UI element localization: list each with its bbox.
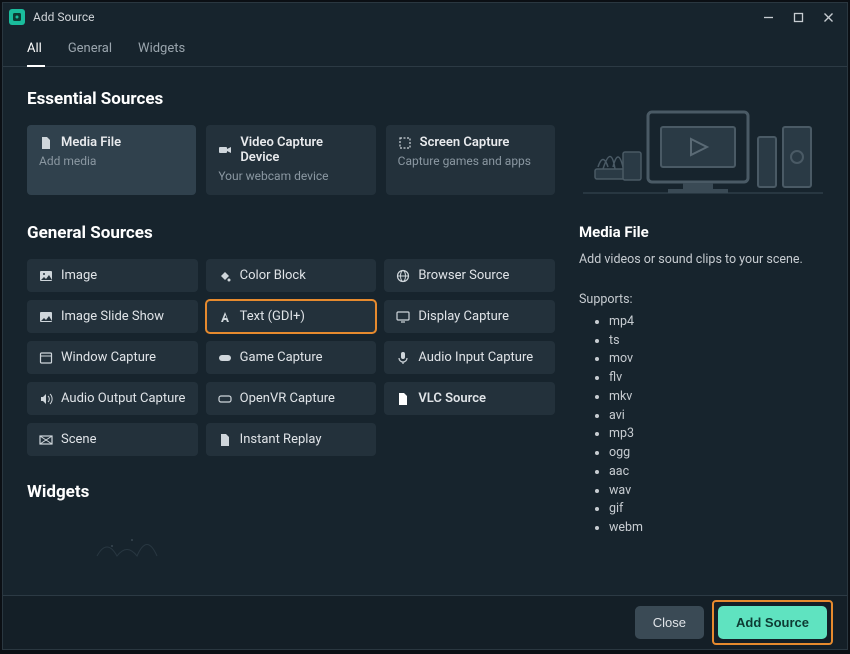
format-item: aac [609,463,827,482]
dialog-footer: Close Add Source [3,595,847,649]
item-instant-replay[interactable]: Instant Replay [206,423,377,456]
media-illustration [579,87,827,207]
details-panel: Media File Add videos or sound clips to … [569,67,847,595]
detail-title: Media File [579,223,827,241]
widgets-illustration [27,518,555,558]
image-icon [39,310,53,324]
item-label: Text (GDI+) [240,309,305,324]
formats-list: mp4 ts mov flv mkv avi mp3 ogg aac wav g… [579,313,827,538]
item-scene[interactable]: Scene [27,423,198,456]
item-label: Game Capture [240,350,323,365]
card-screen-capture[interactable]: Screen Capture Capture games and apps [386,125,555,195]
item-label: Browser Source [418,268,509,283]
format-item: wav [609,482,827,501]
general-grid: Image Color Block Browser Source Image S… [27,259,555,456]
format-item: mp3 [609,425,827,444]
tab-bar: All General Widgets [3,31,847,67]
item-label: OpenVR Capture [240,391,335,406]
dialog-window: Add Source All General Widgets Essential… [2,2,848,650]
detail-description: Add videos or sound clips to your scene. [579,251,827,270]
item-label: Display Capture [418,309,509,324]
item-display-capture[interactable]: Display Capture [384,300,555,333]
tab-widgets[interactable]: Widgets [138,41,185,66]
dialog-body: Essential Sources Media File Add media V… [3,67,847,595]
monitor-icon [396,310,410,324]
supports-label: Supports: [579,292,827,307]
paint-icon [218,269,232,283]
speaker-icon [39,392,53,406]
item-game-capture[interactable]: Game Capture [206,341,377,374]
card-media-file[interactable]: Media File Add media [27,125,196,195]
item-image-slideshow[interactable]: Image Slide Show [27,300,198,333]
card-subtitle: Add media [39,154,184,168]
item-label: Audio Output Capture [61,391,185,406]
file-icon [39,136,53,150]
gamepad-icon [218,351,232,365]
close-button[interactable] [813,5,843,29]
format-item: flv [609,369,827,388]
scene-icon [39,433,53,447]
tab-all[interactable]: All [27,41,42,66]
text-icon [218,310,232,324]
item-browser-source[interactable]: Browser Source [384,259,555,292]
format-item: webm [609,519,827,538]
vr-icon [218,392,232,406]
essential-heading: Essential Sources [27,89,555,109]
minimize-button[interactable] [753,5,783,29]
maximize-button[interactable] [783,5,813,29]
item-label: Color Block [240,268,306,283]
general-heading: General Sources [27,223,555,243]
mic-icon [396,351,410,365]
card-title: Media File [61,135,121,150]
window-icon [39,351,53,365]
source-list-panel: Essential Sources Media File Add media V… [3,67,569,595]
item-label: VLC Source [418,391,486,406]
crop-icon [398,136,412,150]
item-window-capture[interactable]: Window Capture [27,341,198,374]
card-title: Screen Capture [420,135,510,150]
item-openvr[interactable]: OpenVR Capture [206,382,377,415]
globe-icon [396,269,410,283]
item-audio-input[interactable]: Audio Input Capture [384,341,555,374]
item-label: Image Slide Show [61,309,164,324]
format-item: avi [609,407,827,426]
card-title: Video Capture Device [240,135,363,165]
format-item: mkv [609,388,827,407]
card-subtitle: Capture games and apps [398,154,543,168]
app-icon [9,9,25,25]
item-label: Window Capture [61,350,156,365]
tab-general[interactable]: General [68,41,112,66]
item-image[interactable]: Image [27,259,198,292]
format-item: mov [609,350,827,369]
format-item: mp4 [609,313,827,332]
format-item: gif [609,500,827,519]
image-icon [39,269,53,283]
item-label: Image [61,268,97,283]
format-item: ts [609,332,827,351]
card-subtitle: Your webcam device [218,169,363,183]
item-color-block[interactable]: Color Block [206,259,377,292]
window-title: Add Source [33,10,753,24]
card-video-capture[interactable]: Video Capture Device Your webcam device [206,125,375,195]
item-label: Audio Input Capture [418,350,533,365]
item-vlc-source[interactable]: VLC Source [384,382,555,415]
window-controls [753,5,843,29]
file-icon [396,392,410,406]
widgets-heading: Widgets [27,482,555,502]
format-item: ogg [609,444,827,463]
item-text-gdi[interactable]: Text (GDI+) [206,300,377,333]
camera-icon [218,143,232,157]
add-source-highlight: Add Source [712,600,833,645]
file-icon [218,433,232,447]
item-audio-output[interactable]: Audio Output Capture [27,382,198,415]
item-label: Instant Replay [240,432,322,447]
titlebar: Add Source [3,3,847,31]
item-label: Scene [61,432,97,447]
essential-row: Media File Add media Video Capture Devic… [27,125,555,195]
close-button[interactable]: Close [635,606,704,639]
add-source-button[interactable]: Add Source [718,606,827,639]
